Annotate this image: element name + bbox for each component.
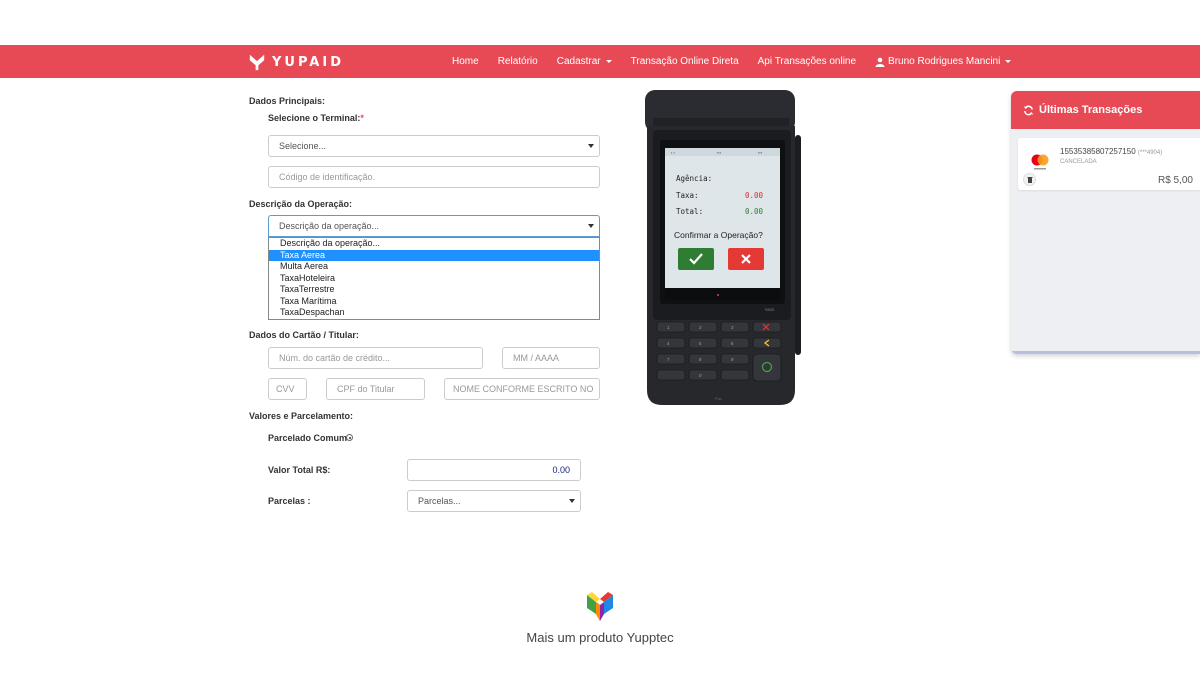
transactions-header[interactable]: Últimas Transações [1011, 91, 1200, 129]
pos-fee-label: Taxa: [676, 191, 699, 200]
operation-option[interactable]: Multa Aerea [269, 261, 599, 273]
cpf-input[interactable]: CPF do Titular [326, 378, 425, 400]
section-descricao-operacao: Descrição da Operação: [249, 199, 353, 209]
chevron-down-icon [588, 144, 594, 148]
terminal-select-value: Selecione... [279, 141, 327, 151]
brand-logo-icon [249, 54, 265, 71]
installments-select[interactable]: Parcelas... [407, 490, 581, 512]
total-value-label: Valor Total R$: [268, 465, 331, 475]
card-mask: (***4904) [1137, 150, 1163, 156]
terminal-label: Selecione o Terminal:* [268, 113, 364, 123]
chevron-down-icon [1005, 60, 1012, 63]
chevron-down-icon [569, 499, 575, 503]
cardholder-name-input[interactable]: NOME CONFORME ESCRITO NO [444, 378, 600, 400]
svg-text:▪▪▪: ▪▪▪ [717, 150, 722, 155]
installments-select-value: Parcelas... [418, 496, 461, 506]
nav-cadastrar-label: Cadastrar [556, 56, 601, 67]
transaction-id: 15535385807257150 (***4904) [1060, 147, 1162, 156]
nav-relatorio[interactable]: Relatório [498, 56, 538, 67]
nav-home[interactable]: Home [452, 56, 479, 67]
mastercard-icon [1031, 154, 1049, 170]
terminal-select[interactable]: Selecione... [268, 135, 600, 157]
transaction-amount: R$ 5,00 [1157, 175, 1193, 186]
installments-label: Parcelas : [268, 496, 311, 506]
pos-agency-label: Agência: [676, 174, 712, 183]
latest-transactions-panel: Últimas Transações 15535385807257150 (**… [1011, 91, 1200, 354]
cvv-input[interactable]: CVV [268, 378, 307, 400]
operation-option[interactable]: TaxaHoteleira [269, 273, 599, 285]
brand[interactable]: YUPAID [248, 52, 344, 72]
required-marker: * [360, 113, 364, 123]
trash-icon [1027, 177, 1032, 183]
delete-transaction-button[interactable] [1023, 173, 1036, 186]
main-nav: Home Relatório Cadastrar Transação Onlin… [452, 45, 1030, 78]
operation-option[interactable]: TaxaTerrestre [269, 284, 599, 296]
operation-option[interactable]: TaxaDespachan [269, 307, 599, 319]
yupptec-logo-icon [587, 592, 613, 621]
pos-total-value: 0.00 [745, 207, 764, 216]
section-valores-parcelamento: Valores e Parcelamento: [249, 411, 354, 421]
pos-fee-value: 0.00 [745, 191, 764, 200]
svg-text:▪▪▪: ▪▪▪ [758, 150, 763, 155]
terminal-label-text: Selecione o Terminal: [268, 113, 361, 123]
footer-tagline: Mais um produto Yupptec [526, 630, 674, 645]
nav-cadastrar[interactable]: Cadastrar [557, 56, 612, 67]
operation-dropdown-list: Descrição da operação... Taxa Aerea Mult… [268, 237, 600, 320]
transaction-status: CANCELADA [1060, 159, 1097, 165]
nav-transacao-online[interactable]: Transação Online Direta [631, 56, 739, 67]
chevron-down-icon [588, 224, 594, 228]
card-number-input[interactable]: Núm. do cartão de crédito... [268, 347, 483, 369]
transaction-id-text: 15535385807257150 [1060, 147, 1136, 156]
user-name: Bruno Rodrigues Mancini [888, 56, 1001, 67]
refresh-icon[interactable] [1023, 105, 1034, 116]
top-navbar: YUPAID Home Relatório Cadastrar Transaçã… [0, 45, 1200, 78]
operation-select[interactable]: Descrição da operação... [268, 215, 600, 237]
nav-api-transacoes[interactable]: Api Transações online [758, 56, 856, 67]
pos-confirm-text: Confirmar a Operação? [674, 230, 763, 240]
svg-text:▪ ▪: ▪ ▪ [671, 150, 676, 155]
chevron-down-icon [605, 60, 612, 63]
pos-total-label: Total: [676, 207, 703, 216]
brand-name: YUPAID [272, 54, 344, 70]
user-icon [875, 57, 885, 67]
nav-user-menu[interactable]: Bruno Rodrigues Mancini [875, 56, 1012, 67]
svg-text:S920: S920 [765, 307, 775, 312]
operation-option-selected[interactable]: Taxa Aerea [269, 249, 599, 261]
installment-type-label: Parcelado Comum [268, 433, 348, 443]
total-value-input[interactable]: 0.00 [407, 459, 581, 481]
installment-type-radio[interactable] [346, 434, 353, 441]
pos-terminal-image: ▪ ▪ ▪▪▪ ▪▪▪ Agência: Taxa: 0.00 Total: 0… [645, 90, 801, 405]
expiry-input[interactable]: MM / AAAA [502, 347, 600, 369]
section-dados-cartao: Dados do Cartão / Titular: [249, 330, 359, 340]
operation-option[interactable]: Descrição da operação... [269, 238, 599, 250]
section-dados-principais: Dados Principais: [249, 96, 326, 106]
transaction-card[interactable]: 15535385807257150 (***4904) CANCELADA R$… [1018, 138, 1200, 190]
svg-text:Pax: Pax [715, 396, 722, 401]
identification-code-input[interactable]: Código de identificação. [268, 166, 600, 188]
transactions-title: Últimas Transações [1039, 104, 1143, 116]
operation-select-value: Descrição da operação... [279, 221, 380, 231]
operation-option[interactable]: Taxa Marítima [269, 296, 599, 308]
